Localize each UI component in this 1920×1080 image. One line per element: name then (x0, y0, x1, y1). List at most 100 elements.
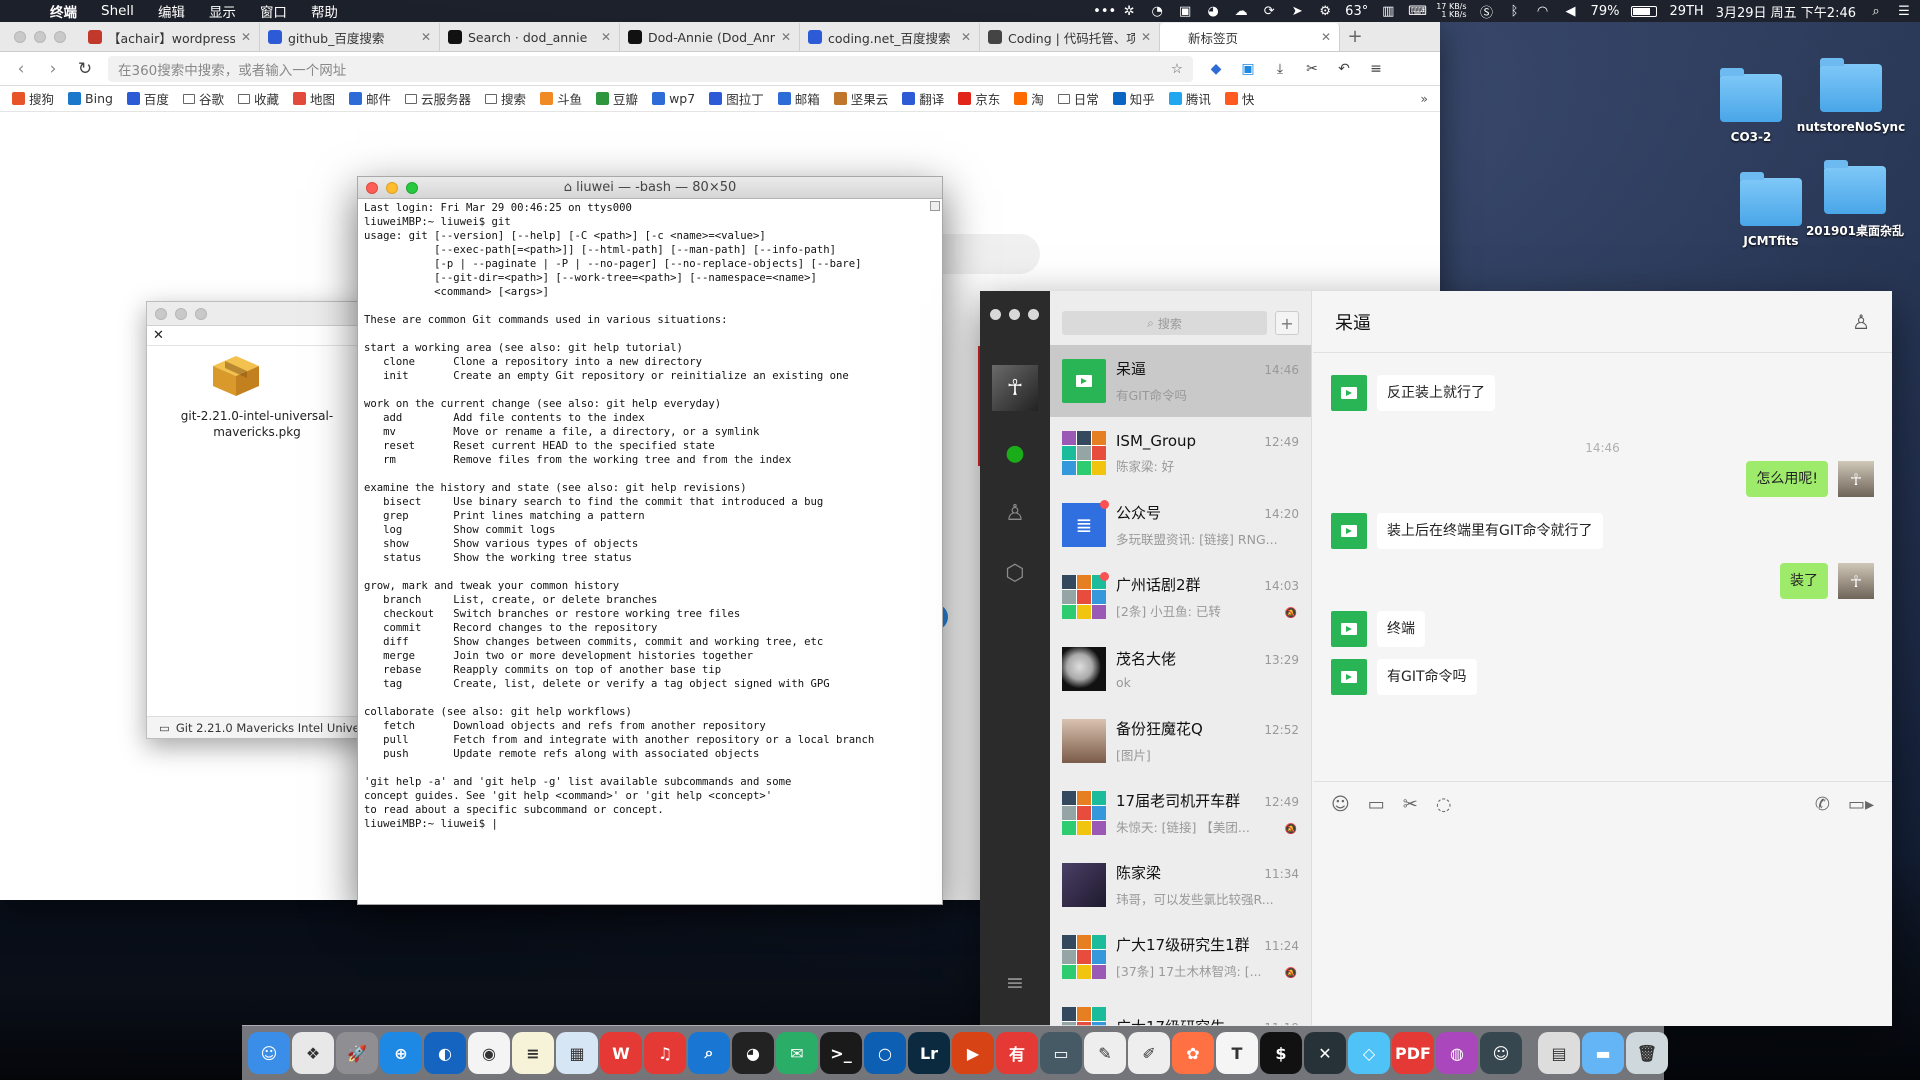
bookmark-item[interactable]: 地图 (292, 89, 335, 108)
memory-icon[interactable]: ▥ (1380, 4, 1396, 19)
message-bubble[interactable]: 有GIT命令吗 (1377, 659, 1477, 695)
browser-tab[interactable]: Dod-Annie (Dod_Annie) ✕ (620, 23, 800, 51)
tab-close-icon[interactable]: ✕ (1141, 30, 1151, 44)
dock-wechat-dock-icon[interactable]: ✉ (776, 1032, 818, 1074)
bookmark-star-icon[interactable]: ☆ (1171, 61, 1183, 77)
package-filename[interactable]: git-2.21.0-intel-universal-mavericks.pkg (155, 408, 359, 440)
minimize-window-button[interactable] (34, 30, 46, 43)
bookmark-item[interactable]: 淘 (1014, 89, 1044, 108)
bookmark-item[interactable]: 邮箱 (777, 89, 820, 108)
download-icon[interactable]: ⤓ (1271, 61, 1289, 77)
sync-icon[interactable]: ⟳ (1261, 4, 1277, 19)
my-avatar[interactable]: ☥ (992, 365, 1038, 411)
battery-icon[interactable] (1631, 5, 1658, 17)
menu-help[interactable]: 帮助 (299, 1, 350, 21)
hamburger-menu-icon[interactable]: ≡ (980, 971, 1050, 996)
wechat-minimize-button[interactable] (1009, 309, 1020, 320)
conversation-item[interactable]: 广大17级研究生 11:19 (1050, 993, 1311, 1026)
dock-magnifier-icon[interactable]: ○ (864, 1032, 906, 1074)
browser-tab[interactable]: 【achair】wordpress ✕ (80, 23, 260, 51)
forward-icon[interactable]: › (44, 59, 62, 79)
tab-close-icon[interactable]: ✕ (961, 30, 971, 44)
bookmark-item[interactable]: 知乎 (1112, 89, 1155, 108)
dock-lightroom-icon[interactable]: Lr (908, 1032, 950, 1074)
dock-safari-icon[interactable]: ⊕ (380, 1032, 422, 1074)
contact-avatar[interactable] (1331, 513, 1367, 549)
dock-pinwheel-icon[interactable]: ✿ (1172, 1032, 1214, 1074)
video-call-icon[interactable]: ▭▸ (1848, 794, 1874, 815)
battery-percent[interactable]: 79% (1591, 4, 1620, 19)
more-icon[interactable]: ••• (1093, 4, 1116, 19)
dock-launchpad-icon[interactable]: 🚀 (336, 1032, 378, 1074)
close-window-button[interactable] (14, 30, 26, 43)
network-speed[interactable]: 17 KB/s 1 KB/s (1436, 3, 1466, 19)
wechat-search-input[interactable]: ⌕ 搜索 (1062, 311, 1267, 335)
spotlight-icon[interactable]: ⌕ (1868, 4, 1884, 19)
keyboard-icon[interactable]: ⌨ (1408, 4, 1427, 19)
message-bubble[interactable]: 终端 (1377, 611, 1425, 647)
back-icon[interactable]: ‹ (12, 59, 30, 79)
desktop-folder-201901[interactable]: 201901桌面杂乱 (1800, 160, 1910, 239)
incoming-message[interactable]: 反正装上就行了 (1331, 375, 1495, 411)
bookmark-item[interactable]: 邮件 (348, 89, 391, 108)
display-icon[interactable]: ▣ (1177, 4, 1193, 19)
dock-search-app-icon[interactable]: ⌕ (688, 1032, 730, 1074)
gear-status-icon[interactable]: ✲ (1121, 4, 1137, 19)
dock-pages-icon[interactable]: ✎ (1084, 1032, 1126, 1074)
browser-tab[interactable]: coding.net_百度搜索 ✕ (800, 23, 980, 51)
cpu-temp[interactable]: 63° (1345, 4, 1368, 19)
self-avatar[interactable]: ☥ (1838, 461, 1874, 497)
dock-office-icon[interactable]: ❖ (292, 1032, 334, 1074)
menu-view[interactable]: 显示 (197, 1, 248, 21)
bookmark-item[interactable]: Bing (68, 91, 113, 106)
dock-script-icon[interactable]: ✐ (1128, 1032, 1170, 1074)
self-avatar[interactable]: ☥ (1838, 563, 1874, 599)
menu-window[interactable]: 窗口 (248, 1, 299, 21)
conversation-item[interactable]: ≣ 公众号 14:20 多玩联盟资讯: [链接] RNG... (1050, 489, 1311, 561)
dock-wps-icon[interactable]: W (600, 1032, 642, 1074)
favorites-cube-icon[interactable]: ⬡ (980, 561, 1050, 586)
conversation-item[interactable]: 广州话剧2群 14:03 [2条] 小丑鱼: 已转 🔕 (1050, 561, 1311, 633)
dock-iterm-icon[interactable]: $ (1260, 1032, 1302, 1074)
cpu-temp-icon[interactable]: ⚙ (1317, 4, 1333, 19)
dock-ppt-icon[interactable]: ▶ (952, 1032, 994, 1074)
extension-cube-icon[interactable]: ◆ (1207, 61, 1225, 77)
finder-close-button[interactable] (155, 307, 167, 320)
browser-tab[interactable]: 新标签页 ✕ (1160, 23, 1340, 51)
bookmark-item[interactable]: 日常 (1057, 89, 1099, 108)
volume-icon[interactable]: ◀ (1563, 4, 1579, 19)
dock-youdao-icon[interactable]: 有 (996, 1032, 1038, 1074)
outgoing-message[interactable]: ☥ 装了 (1780, 563, 1874, 599)
dock-qq-icon[interactable]: ◕ (732, 1032, 774, 1074)
conversation-item[interactable]: 17届老司机开车群 12:49 朱惊天: [链接] 【美团... 🔕 (1050, 777, 1311, 849)
incoming-message[interactable]: 有GIT命令吗 (1331, 659, 1477, 695)
dock-preview-icon[interactable]: ▦ (556, 1032, 598, 1074)
bookmark-item[interactable]: 翻译 (902, 89, 944, 108)
folder-icon[interactable]: ▭ (1368, 794, 1385, 815)
bookmark-item[interactable]: 豆瓣 (596, 89, 638, 108)
conversation-item[interactable]: 广大17级研究生1群 11:24 [37条] 17土木林智鸿: [... 🔕 (1050, 921, 1311, 993)
finder-zoom-button[interactable] (195, 307, 207, 320)
menu-icon[interactable]: ≡ (1367, 61, 1385, 77)
bookmark-item[interactable]: 搜索 (485, 89, 526, 108)
bookmark-item[interactable]: 斗鱼 (540, 89, 582, 108)
contact-avatar[interactable] (1331, 611, 1367, 647)
reload-icon[interactable]: ↻ (76, 59, 94, 79)
desktop-folder-nutstore[interactable]: nutstoreNoSync (1796, 58, 1906, 134)
bookmark-item[interactable]: 百度 (126, 89, 169, 108)
wechat-status-icon[interactable]: ◕ (1205, 4, 1221, 19)
wechat-zoom-button[interactable] (1028, 309, 1039, 320)
conversation-item[interactable]: 陈家梁 11:34 玮哥，可以发些氯比较强R... (1050, 849, 1311, 921)
dock-terminal-dock-icon[interactable]: >_ (820, 1032, 862, 1074)
bluetooth-icon[interactable]: ᛒ (1507, 4, 1523, 19)
dock-trash-icon[interactable]: 🗑 (1626, 1032, 1668, 1074)
message-bubble[interactable]: 怎么用呢! (1746, 461, 1828, 497)
finder-minimize-button[interactable] (175, 307, 187, 320)
message-composer[interactable]: ☺ ▭ ✂ ◌ ✆ ▭▸ (1313, 781, 1892, 1026)
new-chat-button[interactable]: + (1275, 311, 1299, 335)
bookmark-item[interactable]: 云服务器 (405, 89, 471, 108)
package-icon[interactable] (211, 354, 261, 398)
outgoing-message[interactable]: ☥ 怎么用呢! (1746, 461, 1874, 497)
wifi-icon[interactable]: ◠ (1535, 4, 1551, 19)
message-bubble[interactable]: 装上后在终端里有GIT命令就行了 (1377, 513, 1603, 549)
